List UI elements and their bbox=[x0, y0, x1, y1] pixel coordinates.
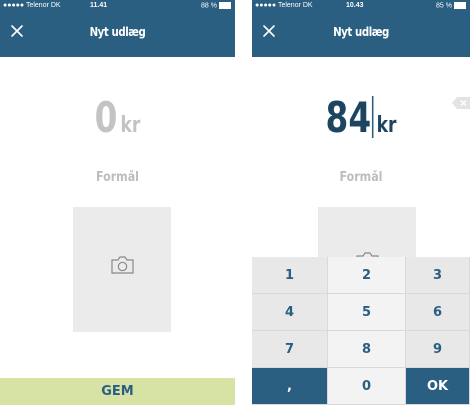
carrier-label: ●●●●● Telenor DK bbox=[255, 2, 313, 9]
currency-label: kr bbox=[376, 113, 397, 138]
numeric-keypad: 1 2 3 4 5 6 7 8 9 , 0 OK bbox=[252, 257, 470, 405]
key-5[interactable]: 5 bbox=[328, 294, 406, 331]
right-screen: ●●●●● Telenor DK 10.43 85 % Nyt udlæg 84… bbox=[252, 0, 470, 405]
text-cursor bbox=[371, 96, 374, 138]
battery-indicator: 88 % bbox=[201, 2, 231, 9]
save-button[interactable]: GEM bbox=[0, 378, 235, 405]
receipt-photo-button[interactable] bbox=[73, 207, 171, 332]
status-bar: ●●●●● Telenor DK 10.43 85 % bbox=[252, 0, 470, 12]
key-4[interactable]: 4 bbox=[252, 294, 328, 331]
battery-icon bbox=[219, 2, 231, 9]
key-3[interactable]: 3 bbox=[406, 257, 470, 294]
clock: 10.43 bbox=[346, 2, 364, 9]
page-title: Nyt udlæg bbox=[333, 25, 389, 39]
battery-label: 88 % bbox=[201, 2, 217, 10]
nav-bar: Nyt udlæg bbox=[0, 12, 235, 57]
battery-icon bbox=[454, 2, 466, 9]
amount-display[interactable]: 0 kr bbox=[26, 93, 209, 142]
purpose-field[interactable]: Formål bbox=[18, 170, 218, 185]
ok-button[interactable]: OK bbox=[406, 368, 470, 405]
amount-value: 0 bbox=[94, 93, 118, 142]
currency-label: kr bbox=[120, 113, 141, 138]
left-screen: ●●●●● Telenor DK 11.41 88 % Nyt udlæg 0k… bbox=[0, 0, 235, 405]
nav-bar: Nyt udlæg bbox=[252, 12, 470, 57]
carrier-label: ●●●●● Telenor DK bbox=[3, 2, 61, 9]
page-title: Nyt udlæg bbox=[89, 25, 146, 39]
camera-icon bbox=[111, 256, 134, 274]
key-decimal[interactable]: , bbox=[252, 368, 328, 405]
key-9[interactable]: 9 bbox=[406, 331, 470, 368]
status-bar: ●●●●● Telenor DK 11.41 88 % bbox=[0, 0, 235, 12]
backspace-button[interactable] bbox=[452, 96, 470, 110]
battery-indicator: 85 % bbox=[436, 2, 466, 9]
battery-label: 85 % bbox=[436, 2, 452, 10]
key-0[interactable]: 0 bbox=[328, 368, 406, 405]
key-6[interactable]: 6 bbox=[406, 294, 470, 331]
key-2[interactable]: 2 bbox=[328, 257, 406, 294]
key-8[interactable]: 8 bbox=[328, 331, 406, 368]
backspace-icon bbox=[452, 97, 470, 109]
key-1[interactable]: 1 bbox=[252, 257, 328, 294]
purpose-field[interactable]: Formål bbox=[268, 170, 453, 185]
amount-value: 84 bbox=[325, 93, 372, 142]
key-7[interactable]: 7 bbox=[252, 331, 328, 368]
amount-display[interactable]: 84 kr bbox=[276, 93, 446, 142]
clock: 11.41 bbox=[90, 2, 108, 9]
